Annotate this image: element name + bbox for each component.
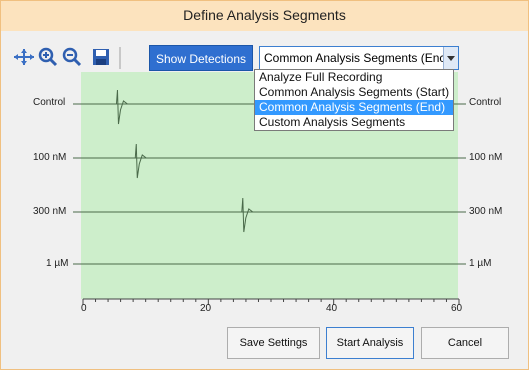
x-tick-label: 0 <box>81 303 87 314</box>
trace-label-left: 300 nM <box>33 206 67 217</box>
option-analyze-full-recording[interactable]: Analyze Full Recording <box>255 70 453 85</box>
option-common-segments-end[interactable]: Common Analysis Segments (End) <box>255 100 453 115</box>
segment-dropdown-list: Analyze Full Recording Common Analysis S… <box>254 69 454 131</box>
traces-overlay <box>73 89 466 305</box>
start-analysis-button[interactable]: Start Analysis <box>326 327 414 359</box>
x-axis-group <box>82 298 460 305</box>
option-common-segments-start[interactable]: Common Analysis Segments (Start) <box>255 85 453 100</box>
trace-event-spike <box>133 143 147 179</box>
trace-event-spike <box>114 89 128 125</box>
x-tick-label: 60 <box>451 303 463 314</box>
trace-label-right: 1 µM <box>469 258 492 269</box>
trace-label-right: 300 nM <box>469 206 503 217</box>
trace-label-left: 100 nM <box>33 152 67 163</box>
define-analysis-segments-dialog: Define Analysis Segments Show Detections… <box>0 0 529 370</box>
trace-label-right: Control <box>469 97 502 108</box>
trace-label-left: Control <box>33 97 66 108</box>
x-tick-label: 20 <box>200 303 212 314</box>
trace-label-left: 1 µM <box>46 258 69 269</box>
save-settings-button[interactable]: Save Settings <box>227 327 320 359</box>
option-custom-segments[interactable]: Custom Analysis Segments <box>255 115 453 130</box>
cancel-button[interactable]: Cancel <box>421 327 509 359</box>
trace-label-right: 100 nM <box>469 152 503 163</box>
x-tick-label: 40 <box>326 303 338 314</box>
trace-event-spike <box>239 197 254 233</box>
